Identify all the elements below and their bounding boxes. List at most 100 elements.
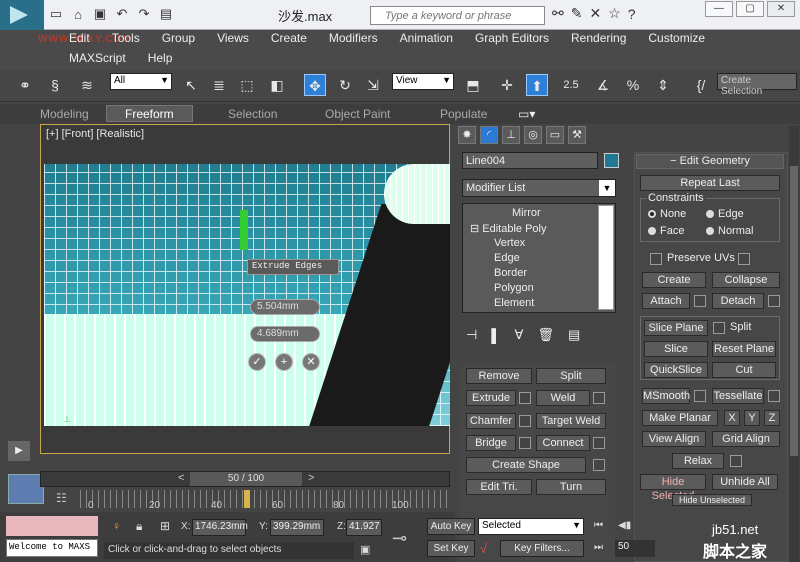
turn-button[interactable]: Turn [536, 479, 606, 495]
current-frame-field[interactable]: 50 [615, 540, 655, 557]
undo-icon[interactable]: ↶ [114, 6, 130, 22]
extrude-width-field[interactable]: 4.689mm [250, 326, 320, 342]
subscription-icon[interactable]: ✎ [571, 5, 583, 22]
preserve-uvs-settings-icon[interactable] [738, 253, 750, 265]
y-coord-field[interactable]: 399.29mm [270, 519, 324, 536]
utilities-tab-icon[interactable]: ⚒ [568, 126, 586, 144]
search-input[interactable] [370, 6, 545, 25]
tab-modeling[interactable]: Modeling [40, 107, 89, 121]
make-unique-icon[interactable]: ∀ [515, 327, 524, 343]
tessellate-settings-icon[interactable] [768, 390, 780, 402]
scale-icon[interactable]: ⇲ [362, 74, 384, 96]
hide-selected-button[interactable]: Hide Selected [640, 474, 706, 502]
bridge-settings-icon[interactable] [519, 437, 531, 449]
split-checkbox[interactable] [713, 322, 725, 334]
stack-item-editable-poly[interactable]: ⊟ Editable Poly [470, 222, 547, 235]
menu-help[interactable]: Help [137, 51, 184, 65]
bind-spacewarp-icon[interactable]: ≋ [76, 74, 98, 96]
quickslice-button[interactable]: QuickSlice [644, 362, 708, 378]
unlink-icon[interactable]: § [44, 74, 66, 96]
angle-snap-icon[interactable]: ∡ [592, 74, 614, 96]
menu-rendering[interactable]: Rendering [560, 31, 637, 45]
save-file-icon[interactable]: ▣ [92, 6, 108, 22]
make-planar-button[interactable]: Make Planar [642, 410, 718, 426]
attach-settings-icon[interactable] [694, 295, 706, 307]
weld-settings-icon[interactable] [593, 392, 605, 404]
communication-icon[interactable]: ✕ [589, 5, 601, 22]
collapse-button[interactable]: Collapse [712, 272, 780, 288]
detach-button[interactable]: Detach [712, 293, 764, 309]
menu-modifiers[interactable]: Modifiers [318, 31, 389, 45]
menu-group[interactable]: Group [151, 31, 206, 45]
new-file-icon[interactable]: ▭ [48, 6, 64, 22]
open-file-icon[interactable]: ⌂ [70, 7, 86, 22]
window-crossing-icon[interactable]: ◧ [266, 74, 288, 96]
absolute-mode-icon[interactable]: ⊞ [160, 519, 170, 533]
bridge-button[interactable]: Bridge [466, 435, 516, 451]
keyboard-shortcut-override-icon[interactable]: ⬆ [526, 74, 548, 96]
menu-graph-editors[interactable]: Graph Editors [464, 31, 560, 45]
remove-modifier-icon[interactable]: 🗑 [537, 327, 554, 343]
target-weld-button[interactable]: Target Weld [536, 413, 606, 429]
reference-coordinate-dropdown[interactable]: View ▼ [392, 73, 454, 90]
tab-freeform[interactable]: Freeform [106, 105, 193, 122]
motion-tab-icon[interactable]: ◎ [524, 126, 542, 144]
constraint-edge-radio[interactable]: Edge [706, 208, 744, 220]
attach-button[interactable]: Attach [642, 293, 690, 309]
key-filters-button[interactable]: Key Filters... [500, 540, 584, 557]
object-name-field[interactable] [462, 152, 598, 169]
grid-align-button[interactable]: Grid Align [712, 431, 780, 447]
show-end-result-icon[interactable]: ▌ [491, 328, 500, 343]
create-shape-button[interactable]: Create Shape [466, 457, 586, 473]
planar-z-button[interactable]: Z [764, 410, 780, 426]
menu-customize[interactable]: Customize [637, 31, 716, 45]
percent-snap-icon[interactable]: % [622, 74, 644, 96]
display-tab-icon[interactable]: ▭ [546, 126, 564, 144]
maximize-button[interactable]: ▢ [736, 1, 764, 17]
auto-key-button[interactable]: Auto Key [427, 518, 475, 535]
go-to-start-icon[interactable]: ⏮ [594, 520, 603, 531]
menu-edit[interactable]: Edit [58, 31, 101, 45]
create-tab-icon[interactable]: ✸ [458, 126, 476, 144]
minimize-button[interactable]: — [705, 1, 733, 17]
unhide-all-button[interactable]: Unhide All [712, 474, 778, 490]
connect-button[interactable]: Connect [536, 435, 590, 451]
redo-icon[interactable]: ↷ [136, 6, 152, 22]
tab-selection[interactable]: Selection [228, 107, 277, 121]
viewport-label[interactable]: [+] [Front] [Realistic] [46, 128, 144, 140]
extrude-settings-icon[interactable] [519, 392, 531, 404]
trackbar-toggle-icon[interactable]: ☷ [56, 491, 67, 505]
tab-populate[interactable]: Populate [440, 107, 487, 121]
menu-tools[interactable]: Tools [101, 31, 151, 45]
menu-views[interactable]: Views [206, 31, 260, 45]
caddy-apply-icon[interactable]: + [275, 353, 293, 371]
stack-item-edge[interactable]: Edge [494, 252, 520, 264]
set-key-button[interactable]: Set Key [427, 540, 475, 557]
stack-item-mirror[interactable]: Mirror [512, 207, 541, 219]
modifier-list-dropdown[interactable]: Modifier List ▼ [462, 179, 616, 197]
extrude-height-field[interactable]: 5.504mm [250, 299, 320, 315]
stack-scrollbar[interactable] [598, 205, 614, 310]
slice-plane-button[interactable]: Slice Plane [644, 320, 708, 336]
hierarchy-tab-icon[interactable]: ⊥ [502, 126, 520, 144]
key-icon[interactable]: ⊸ [392, 528, 407, 549]
lock-icon[interactable]: 🔒︎ [136, 519, 142, 534]
prev-key-icon[interactable]: ◀▮ [618, 520, 631, 531]
modify-tab-icon[interactable]: ◜ [480, 126, 498, 144]
tab-object-paint[interactable]: Object Paint [325, 107, 390, 121]
scene-explorer-thumbnail[interactable] [8, 474, 44, 504]
edit-geometry-header[interactable]: − Edit Geometry [636, 154, 784, 169]
isolate-selection-icon[interactable]: ▣ [360, 543, 370, 556]
stack-item-element[interactable]: Element [494, 297, 534, 309]
menu-maxscript[interactable]: MAXScript [58, 51, 137, 65]
default-in-out-tangent-icon[interactable]: √ [480, 541, 487, 556]
reset-plane-button[interactable]: Reset Plane [712, 341, 776, 357]
chamfer-settings-icon[interactable] [519, 415, 531, 427]
expand-panel-icon[interactable]: ▶ [8, 441, 30, 461]
constraint-none-radio[interactable]: None [648, 208, 686, 220]
app-logo-icon[interactable] [0, 0, 44, 30]
favorites-star-icon[interactable]: ☆ [608, 5, 621, 22]
menu-animation[interactable]: Animation [389, 31, 464, 45]
gizmo-y-axis[interactable] [240, 210, 248, 250]
msmooth-settings-icon[interactable] [694, 390, 706, 402]
